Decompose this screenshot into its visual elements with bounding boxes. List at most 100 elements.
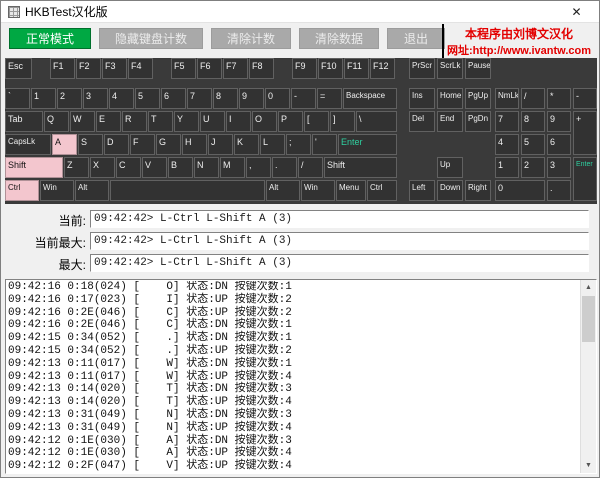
key-x: X (90, 157, 115, 178)
key-i: I (226, 111, 251, 132)
key-k: K (234, 134, 259, 155)
key-8: 8 (213, 88, 238, 109)
key-ctrl-right: Ctrl (367, 180, 397, 201)
key-t: T (148, 111, 173, 132)
key-prtscr: PrScr (409, 58, 435, 79)
log-line: 09:42:12 0:1E(030) [ A] 状态:DN 按键次数:3 (8, 435, 578, 448)
key-period: . (272, 157, 297, 178)
key-rbracket: ] (330, 111, 355, 132)
scroll-thumb[interactable] (582, 296, 595, 342)
key-scrlk: ScrLk (437, 58, 463, 79)
status-label-1: 当前: (1, 212, 86, 229)
status-value-2: 09:42:42> L-Ctrl L-Shift A (3) (90, 232, 589, 250)
key-esc: Esc (5, 58, 32, 79)
key-h: H (182, 134, 207, 155)
credit-box: 本程序由刘博文汉化 网址:http://www.ivantw.com (442, 24, 594, 62)
key-shift-left: Shift (5, 157, 63, 178)
key-p: P (278, 111, 303, 132)
key-tab: Tab (5, 111, 43, 132)
key-f9: F9 (292, 58, 317, 79)
key-delete: Del (409, 111, 435, 132)
window-title: HKBTest汉化版 (25, 3, 108, 20)
status-label-2: 当前最大: (1, 234, 86, 251)
key-f3: F3 (102, 58, 127, 79)
log-line: 09:42:13 0:14(020) [ T] 状态:DN 按键次数:3 (8, 383, 578, 396)
key-numpad-0: 0 (495, 180, 545, 201)
key-home: Home (437, 88, 463, 109)
key-w: W (70, 111, 95, 132)
key-a: A (52, 134, 77, 155)
key-9: 9 (239, 88, 264, 109)
key-minus: - (291, 88, 316, 109)
key-l: L (260, 134, 285, 155)
key-f4: F4 (128, 58, 153, 79)
key-space (110, 180, 265, 201)
key-arrow-left: Left (409, 180, 435, 201)
credit-line-1: 本程序由刘博文汉化 (446, 25, 592, 42)
key-f12: F12 (370, 58, 395, 79)
title-bar: HKBTest汉化版 ✕ (1, 1, 599, 23)
key-slash: / (298, 157, 323, 178)
key-u: U (200, 111, 225, 132)
log-line: 09:42:16 0:2E(046) [ C] 状态:DN 按键次数:1 (8, 319, 578, 332)
key-numpad-1: 1 (495, 157, 519, 178)
toolbar-button-1[interactable]: 正常模式 (9, 28, 91, 49)
key-numpad-plus: + (573, 111, 597, 155)
status-value-3: 09:42:42> L-Ctrl L-Shift A (3) (90, 254, 589, 272)
key-pgup: PgUp (465, 88, 491, 109)
log-scrollbar[interactable]: ▲ ▼ (580, 280, 596, 473)
toolbar-button-3[interactable]: 清除计数 (211, 28, 291, 49)
key-1: 1 (31, 88, 56, 109)
key-r: R (122, 111, 147, 132)
key-s: S (78, 134, 103, 155)
key-f6: F6 (197, 58, 222, 79)
key-lbracket: [ (304, 111, 329, 132)
toolbar-button-4[interactable]: 清除数据 (299, 28, 379, 49)
key-f1: F1 (50, 58, 75, 79)
key-enter: Enter (338, 134, 397, 155)
key-7: 7 (187, 88, 212, 109)
key-6: 6 (161, 88, 186, 109)
log-line: 09:42:15 0:34(052) [ .] 状态:DN 按键次数:1 (8, 332, 578, 345)
virtual-keyboard: EscF1F2F3F4F5F6F7F8F9F10F11F12PrScrScrLk… (5, 58, 597, 204)
key-f5: F5 (171, 58, 196, 79)
log-line: 09:42:13 0:31(049) [ N] 状态:UP 按键次数:4 (8, 422, 578, 435)
key-numpad-7: 7 (495, 111, 519, 132)
status-row-3: 最大:09:42:42> L-Ctrl L-Shift A (3) (1, 254, 600, 274)
status-value-1: 09:42:42> L-Ctrl L-Shift A (3) (90, 210, 589, 228)
log-line: 09:42:12 0:1E(030) [ A] 状态:UP 按键次数:4 (8, 447, 578, 460)
key-numpad-2: 2 (521, 157, 545, 178)
key-m: M (220, 157, 245, 178)
log-lines: 09:42:16 0:18(024) [ O] 状态:DN 按键次数:1 09:4… (8, 281, 578, 472)
key-b: B (168, 157, 193, 178)
toolbar-button-2[interactable]: 隐藏键盘计数 (99, 28, 203, 49)
key-numpad-9: 9 (547, 111, 571, 132)
key-g: G (156, 134, 181, 155)
key-numpad-multiply: * (547, 88, 571, 109)
scroll-up-icon[interactable]: ▲ (581, 280, 596, 295)
key-c: C (116, 157, 141, 178)
key-menu: Menu (336, 180, 366, 201)
key-backslash: \ (356, 111, 397, 132)
key-f10: F10 (318, 58, 343, 79)
log-line: 09:42:16 0:18(024) [ O] 状态:DN 按键次数:1 (8, 281, 578, 294)
credit-url[interactable]: 网址:http://www.ivantw.com (446, 42, 592, 58)
key-2: 2 (57, 88, 82, 109)
close-button[interactable]: ✕ (554, 1, 599, 23)
key-pause: Pause (465, 58, 491, 79)
key-f11: F11 (344, 58, 369, 79)
key-5: 5 (135, 88, 160, 109)
log-line: 09:42:12 0:2F(047) [ V] 状态:UP 按键次数:4 (8, 460, 578, 472)
status-label-3: 最大: (1, 256, 86, 273)
key-comma: , (246, 157, 271, 178)
scroll-down-icon[interactable]: ▼ (581, 458, 596, 473)
key-numpad-6: 6 (547, 134, 571, 155)
key-arrow-up: Up (437, 157, 463, 178)
toolbar-button-5[interactable]: 退出 (387, 28, 445, 49)
key-numpad-4: 4 (495, 134, 519, 155)
key-alt-right: Alt (266, 180, 300, 201)
key-4: 4 (109, 88, 134, 109)
log-box: 09:42:16 0:18(024) [ O] 状态:DN 按键次数:1 09:4… (5, 279, 597, 474)
key-ctrl-left: Ctrl (5, 180, 39, 201)
log-line: 09:42:13 0:31(049) [ N] 状态:DN 按键次数:3 (8, 409, 578, 422)
